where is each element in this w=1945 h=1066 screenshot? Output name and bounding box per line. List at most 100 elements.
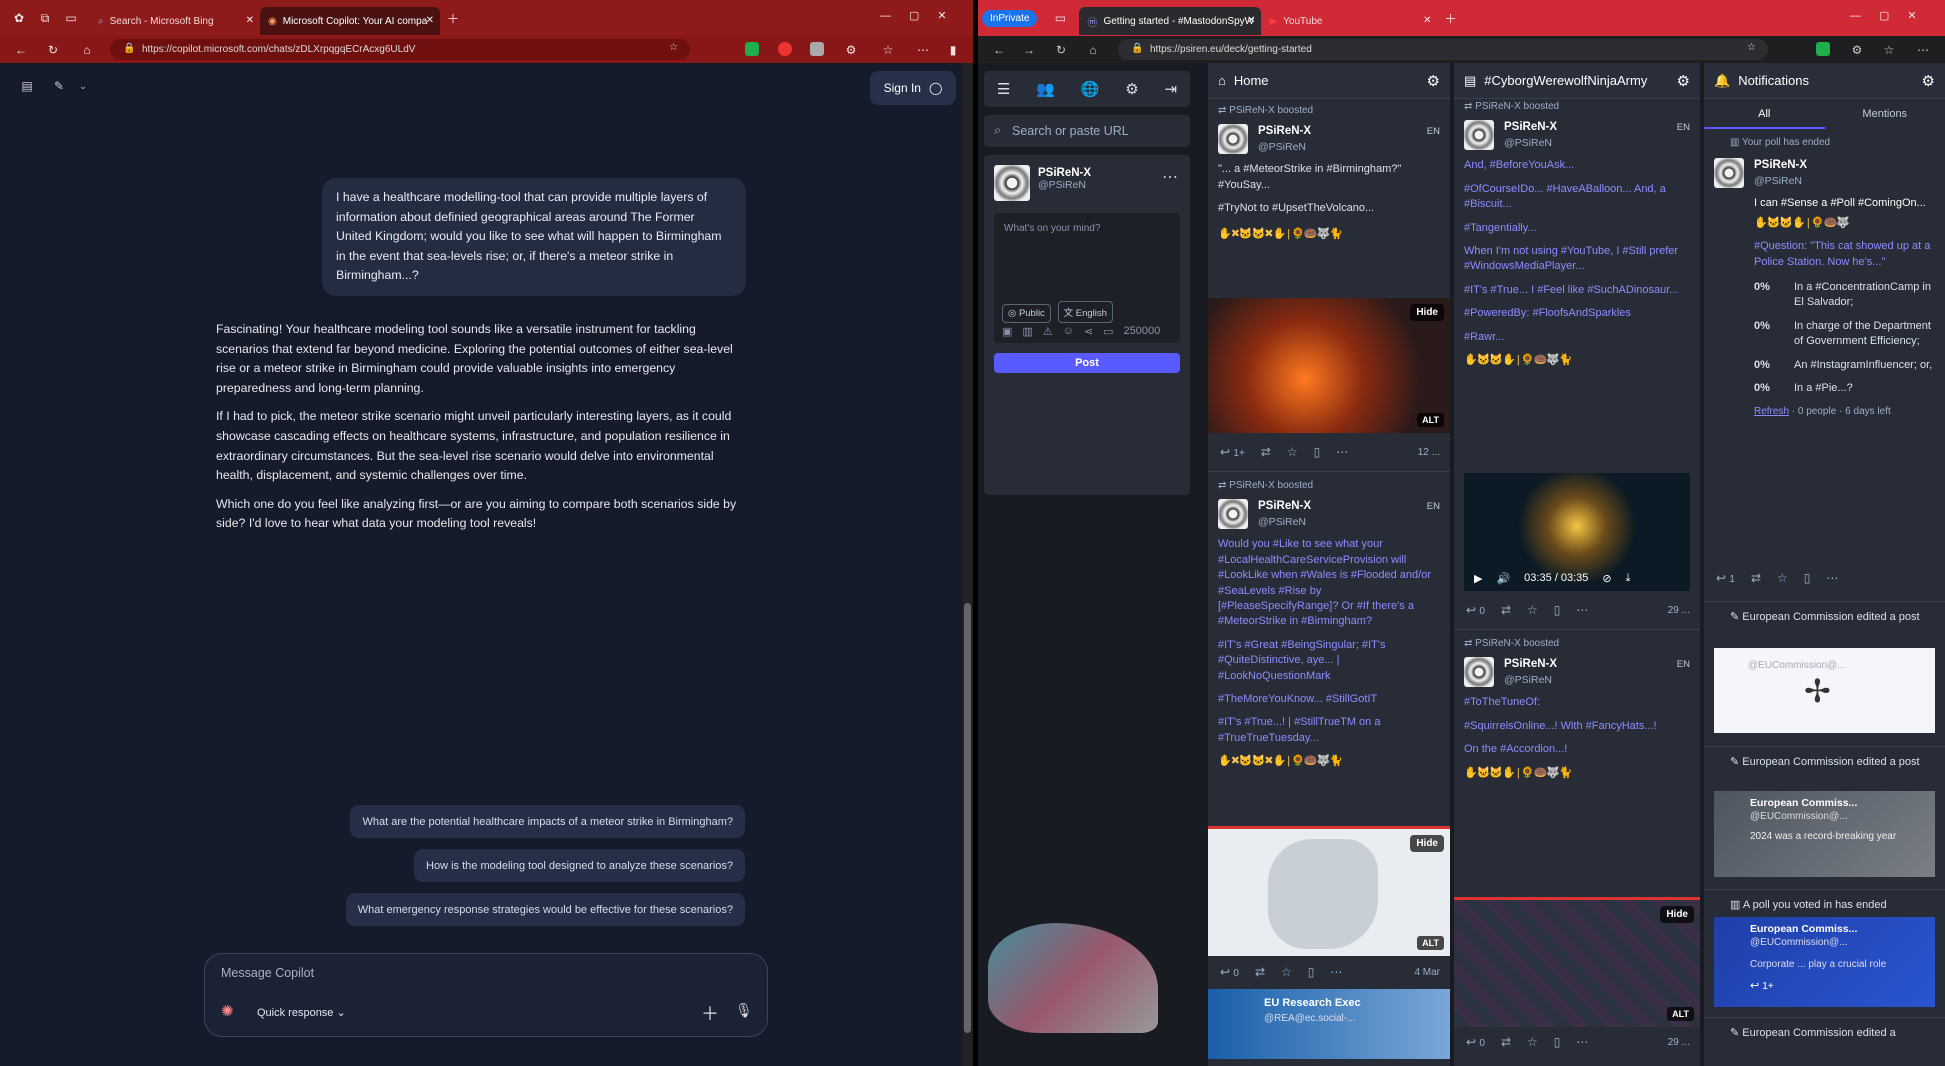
- avatar[interactable]: [1218, 499, 1248, 530]
- sidebar-toggle-icon[interactable]: ▤: [14, 73, 40, 99]
- more-icon[interactable]: ⋯: [1336, 445, 1348, 459]
- profile-icon[interactable]: ✿: [6, 5, 32, 31]
- new-chat-icon[interactable]: ✎: [46, 73, 72, 99]
- share-icon[interactable]: ⋖: [1084, 325, 1093, 338]
- logout-icon[interactable]: ⇥: [1165, 80, 1178, 98]
- more-icon[interactable]: ⋯: [1576, 1035, 1588, 1049]
- column-settings-icon[interactable]: ⚙: [1677, 72, 1690, 90]
- author-name[interactable]: PSiReN-X: [1504, 657, 1557, 672]
- message-composer[interactable]: Message Copilot ✺ Quick response ⌄ ＋ 🎙: [204, 953, 768, 1037]
- post-image[interactable]: Hide ALT: [1208, 826, 1450, 956]
- inprivate-badge[interactable]: InPrivate: [982, 9, 1038, 27]
- avatar[interactable]: [994, 165, 1030, 201]
- volume-icon[interactable]: 🔊: [1496, 572, 1510, 585]
- status-post[interactable]: ⇄ PSiReN-X boosted PSiReN-X @PSiReN EN W…: [1208, 471, 1450, 770]
- tab-actions-icon[interactable]: ▭: [1047, 5, 1073, 31]
- poll-notification[interactable]: ▥ Your poll has ended PSiReN-X @PSiReN I…: [1704, 135, 1945, 420]
- post-button[interactable]: Post: [994, 353, 1180, 373]
- boost-icon[interactable]: ⇄: [1501, 1035, 1511, 1049]
- suggestion-button[interactable]: What emergency response strategies would…: [345, 893, 745, 926]
- home-icon[interactable]: ⌂: [1080, 37, 1106, 63]
- home-icon[interactable]: ⌂: [74, 37, 100, 63]
- more-icon[interactable]: ⋯: [1910, 37, 1936, 63]
- search-input[interactable]: ⌕ Search or paste URL: [984, 115, 1190, 147]
- status-post[interactable]: ⇄ PSiReN-X boosted PSiReN-X @PSiReN EN A…: [1454, 99, 1700, 368]
- more-icon[interactable]: ⋯: [910, 37, 936, 63]
- language-button[interactable]: 文 English: [1057, 301, 1113, 323]
- more-icon[interactable]: ⋯: [1826, 571, 1838, 585]
- suggestion-button[interactable]: How is the modeling tool designed to ana…: [414, 849, 745, 882]
- back-icon[interactable]: ←: [8, 37, 34, 63]
- play-icon[interactable]: ▶: [1474, 572, 1482, 585]
- edit-notification[interactable]: ✎ European Commission edited a post: [1704, 601, 1945, 625]
- extensions-icon[interactable]: ⚙: [1844, 37, 1870, 63]
- profile-name[interactable]: PSiReN-X: [1038, 167, 1091, 179]
- warning-icon[interactable]: ⚠: [1043, 325, 1053, 338]
- download-icon[interactable]: ⤓: [1626, 572, 1631, 585]
- voted-poll-preview[interactable]: European Commiss... @EUCommission@... Co…: [1714, 917, 1935, 1007]
- tab-all[interactable]: All: [1704, 99, 1825, 129]
- favourite-icon[interactable]: ☆: [1287, 445, 1298, 459]
- back-icon[interactable]: ←: [986, 37, 1012, 63]
- avatar[interactable]: [1218, 124, 1248, 155]
- boost-icon[interactable]: ⇄: [1261, 445, 1271, 459]
- alt-badge[interactable]: ALT: [1667, 1007, 1694, 1021]
- workspaces-icon[interactable]: ⧉: [32, 5, 58, 31]
- chevron-down-icon[interactable]: ⌄: [70, 73, 96, 99]
- bookmark-icon[interactable]: ▯: [1554, 1035, 1561, 1049]
- sidebar-icon[interactable]: ▮: [940, 37, 966, 63]
- extension-icon[interactable]: [778, 42, 792, 56]
- quote-icon[interactable]: ▭: [1103, 325, 1113, 338]
- hide-media-button[interactable]: Hide: [1660, 906, 1694, 923]
- reply-icon[interactable]: ↩ 1: [1716, 571, 1735, 585]
- favorites-icon[interactable]: ☆: [875, 37, 901, 63]
- poll-icon[interactable]: ▥: [1022, 325, 1032, 338]
- favourite-icon[interactable]: ☆: [1281, 965, 1292, 979]
- avatar[interactable]: [1464, 657, 1494, 688]
- extension-icon[interactable]: [1816, 42, 1830, 56]
- hide-media-button[interactable]: Hide: [1410, 835, 1444, 852]
- boost-icon[interactable]: ⇄: [1501, 603, 1511, 617]
- poll-refresh-link[interactable]: Refresh: [1754, 406, 1789, 417]
- globe-icon[interactable]: 🌐: [1081, 80, 1100, 98]
- hide-media-button[interactable]: Hide: [1410, 304, 1444, 321]
- bookmark-icon[interactable]: ▯: [1308, 965, 1315, 979]
- post-image[interactable]: Hide ALT: [1454, 897, 1700, 1027]
- new-tab-button[interactable]: ＋: [1437, 5, 1463, 31]
- author-name[interactable]: PSiReN-X: [1258, 124, 1311, 139]
- more-icon[interactable]: ⋯: [1576, 603, 1588, 617]
- message-input[interactable]: Message Copilot: [221, 966, 314, 980]
- reply-icon[interactable]: ↩ 0: [1466, 1035, 1485, 1049]
- people-icon[interactable]: 👥: [1036, 80, 1055, 98]
- refresh-icon[interactable]: ↻: [1048, 37, 1074, 63]
- edit-notification[interactable]: ✎ European Commission edited a post: [1704, 746, 1945, 770]
- bookmark-icon[interactable]: ▯: [1314, 445, 1321, 459]
- favorite-icon[interactable]: ☆: [1747, 42, 1756, 53]
- avatar[interactable]: [1464, 120, 1494, 151]
- scrollbar[interactable]: [962, 63, 973, 1066]
- quick-response-dropdown[interactable]: Quick response ⌄: [257, 1006, 346, 1019]
- favourite-icon[interactable]: ☆: [1527, 1035, 1538, 1049]
- close-tab-icon[interactable]: ✕: [1247, 15, 1255, 26]
- alt-badge[interactable]: ALT: [1417, 413, 1444, 427]
- tab-copilot[interactable]: ◉ Microsoft Copilot: Your AI compa ✕: [260, 7, 440, 35]
- boost-icon[interactable]: ⇄: [1751, 571, 1761, 585]
- favorite-icon[interactable]: ☆: [669, 42, 678, 53]
- new-tab-button[interactable]: ＋: [440, 5, 466, 31]
- url-field[interactable]: 🔒 https://psiren.eu/deck/getting-started…: [1118, 39, 1768, 60]
- favourite-icon[interactable]: ☆: [1777, 571, 1788, 585]
- column-settings-icon[interactable]: ⚙: [1922, 72, 1935, 90]
- extension-icon[interactable]: [810, 42, 824, 56]
- media-icon[interactable]: ▣: [1002, 325, 1012, 338]
- edit-notification[interactable]: ✎ European Commission edited a: [1704, 1017, 1945, 1041]
- close-tab-icon[interactable]: ✕: [426, 15, 434, 26]
- timestamp[interactable]: 29 ...: [1668, 1037, 1690, 1048]
- close-tab-icon[interactable]: ✕: [1423, 15, 1431, 26]
- close-tab-icon[interactable]: ✕: [246, 15, 254, 26]
- tab-actions-icon[interactable]: ▭: [58, 5, 84, 31]
- emoji-icon[interactable]: ☺: [1063, 325, 1074, 338]
- hide-icon[interactable]: ⊘: [1602, 572, 1611, 585]
- settings-icon[interactable]: ⚙: [1125, 80, 1138, 98]
- favourite-icon[interactable]: ☆: [1527, 603, 1538, 617]
- avatar[interactable]: [1714, 158, 1744, 189]
